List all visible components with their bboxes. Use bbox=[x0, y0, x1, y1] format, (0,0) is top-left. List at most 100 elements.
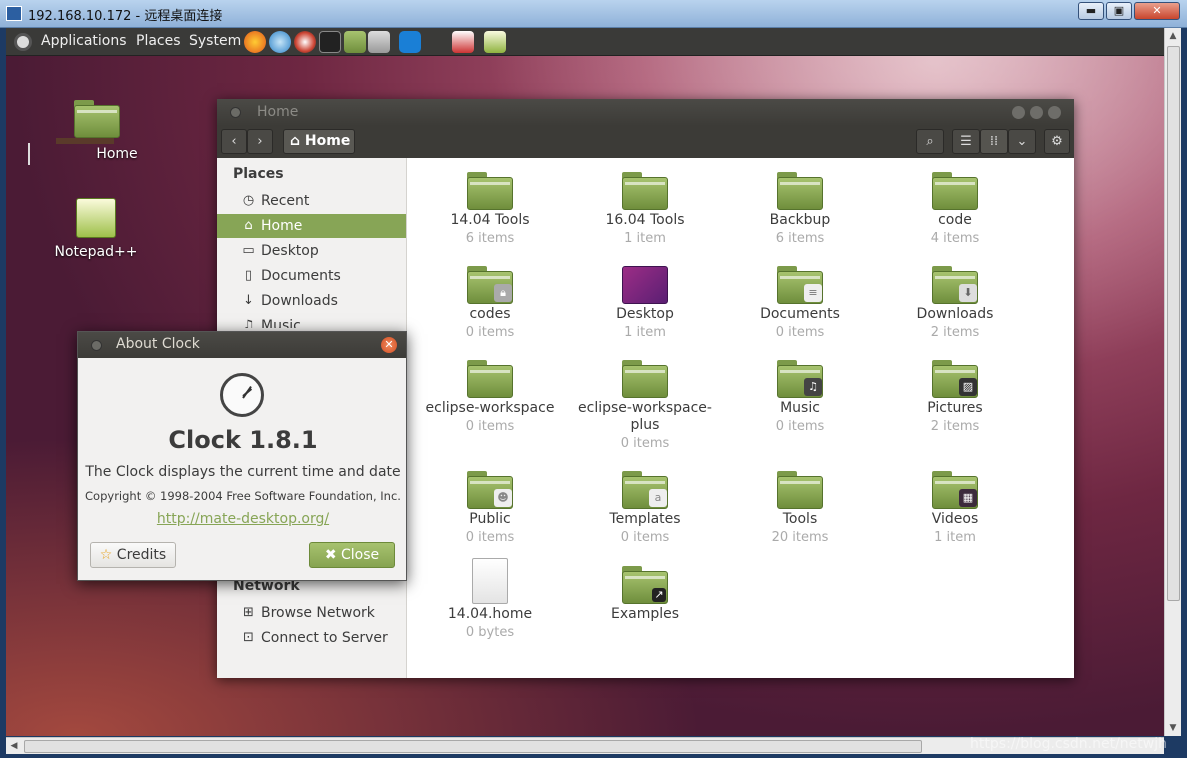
gear-icon: ⚙ bbox=[1051, 134, 1063, 149]
server-icon: ⊡ bbox=[243, 630, 254, 645]
remote-desktop-icon bbox=[6, 6, 22, 21]
back-button[interactable]: ‹ bbox=[221, 129, 247, 154]
folder-item[interactable]: Tools 20 items bbox=[725, 471, 875, 547]
folder-item[interactable]: a Templates 0 items bbox=[570, 471, 720, 547]
fm-maximize-button[interactable] bbox=[1030, 106, 1043, 119]
places-menu[interactable]: Places bbox=[136, 33, 181, 49]
folder-item[interactable]: eclipse-workspace 0 items bbox=[415, 360, 565, 436]
chrome-launcher-icon[interactable] bbox=[294, 31, 316, 53]
firefox-launcher-icon[interactable] bbox=[244, 31, 266, 53]
about-dialog-title: About Clock bbox=[116, 336, 200, 352]
notepad-tray-icon[interactable] bbox=[484, 31, 506, 53]
home-folder-icon bbox=[74, 100, 120, 138]
grid-view-button[interactable]: ⁞⁞ bbox=[980, 129, 1008, 154]
maximize-button[interactable]: ▣ bbox=[1106, 2, 1132, 20]
templates-folder-icon: a bbox=[622, 471, 668, 509]
folder-icon bbox=[622, 172, 668, 210]
folder-item[interactable]: ↗ Examples bbox=[570, 566, 720, 623]
horizontal-scroll-thumb[interactable] bbox=[24, 740, 922, 753]
network-tray-icon[interactable] bbox=[452, 31, 474, 53]
fm-toolbar: ‹ › ⌂ Home ⌕ ☰ ⁞⁞ ⌄ ⚙ bbox=[217, 126, 1074, 158]
sidebar-item-downloads[interactable]: ↓ Downloads bbox=[217, 289, 406, 313]
sidebar-item-desktop[interactable]: ▭ Desktop bbox=[217, 239, 406, 263]
search-button[interactable]: ⌕ bbox=[916, 129, 944, 154]
view-options-button[interactable]: ⌄ bbox=[1008, 129, 1036, 154]
music-folder-icon: ♫ bbox=[777, 360, 823, 398]
film-icon: ▦ bbox=[959, 489, 977, 507]
home-icon: ⌂ bbox=[290, 133, 301, 149]
applications-menu[interactable]: Applications bbox=[41, 33, 127, 49]
file-manager-launcher-icon[interactable] bbox=[344, 31, 366, 53]
breadcrumb-home[interactable]: ⌂ Home bbox=[283, 129, 355, 154]
folder-item[interactable]: eclipse-workspace-plus 0 items bbox=[570, 360, 720, 453]
archive-launcher-icon[interactable] bbox=[368, 31, 390, 53]
music-icon: ♫ bbox=[804, 378, 822, 396]
teamviewer-launcher-icon[interactable] bbox=[399, 31, 421, 53]
folder-item[interactable]: Desktop 1 item bbox=[570, 266, 720, 342]
download-icon: ⬇ bbox=[959, 284, 977, 302]
search-icon: ⌕ bbox=[926, 134, 934, 149]
sidebar-item-browse-network[interactable]: ⊞ Browse Network bbox=[217, 601, 406, 625]
places-header: Places bbox=[233, 166, 284, 182]
vertical-scrollbar[interactable]: ▲ ▼ bbox=[1164, 28, 1181, 736]
minimize-button[interactable]: ▬ bbox=[1078, 2, 1104, 20]
list-view-button[interactable]: ☰ bbox=[952, 129, 980, 154]
file-item[interactable]: 14.04.home 0 bytes bbox=[415, 558, 565, 642]
folder-item[interactable]: ☻ Public 0 items bbox=[415, 471, 565, 547]
window-menu-icon[interactable] bbox=[91, 340, 102, 351]
website-link[interactable]: http://mate-desktop.org/ bbox=[78, 511, 408, 527]
terminal-launcher-icon[interactable] bbox=[319, 31, 341, 53]
rdp-window-title: 192.168.10.172 - 远程桌面连接 bbox=[28, 9, 223, 24]
grid-icon: ⁞⁞ bbox=[989, 134, 999, 149]
forward-button[interactable]: › bbox=[247, 129, 273, 154]
folder-icon bbox=[777, 172, 823, 210]
system-menu[interactable]: System bbox=[189, 33, 241, 49]
documents-folder-icon: ≡ bbox=[777, 266, 823, 304]
folder-item[interactable]: ♫ Music 0 items bbox=[725, 360, 875, 436]
fm-close-button[interactable] bbox=[1048, 106, 1061, 119]
folder-item[interactable]: 🔒︎ codes 0 items bbox=[415, 266, 565, 342]
top-panel: Applications Places System bbox=[6, 28, 1164, 56]
folder-item[interactable]: ⬇ Downloads 2 items bbox=[880, 266, 1030, 342]
locked-folder-icon: 🔒︎ bbox=[467, 266, 513, 304]
folder-item[interactable]: ≡ Documents 0 items bbox=[725, 266, 875, 342]
sidebar-item-music[interactable]: ♫ Music bbox=[217, 314, 406, 328]
breadcrumb-label: Home bbox=[304, 133, 351, 149]
app-name: Clock 1.8.1 bbox=[168, 426, 318, 454]
folder-item[interactable]: code 4 items bbox=[880, 172, 1030, 248]
desktop-icon-notepad[interactable]: Notepad++ bbox=[50, 198, 142, 260]
folder-item[interactable]: ▨ Pictures 2 items bbox=[880, 360, 1030, 436]
window-menu-icon[interactable] bbox=[230, 107, 241, 118]
sidebar-item-documents[interactable]: ▯ Documents bbox=[217, 264, 406, 288]
link-arrow-icon: ↗ bbox=[652, 588, 666, 602]
text-cursor bbox=[28, 143, 30, 165]
folder-item[interactable]: 16.04 Tools 1 item bbox=[570, 172, 720, 248]
sidebar-item-home[interactable]: ⌂ Home bbox=[217, 214, 406, 238]
folder-item[interactable]: Backbup 6 items bbox=[725, 172, 875, 248]
desktop-icon: ▭ bbox=[242, 243, 255, 258]
scroll-up-arrow-icon[interactable]: ▲ bbox=[1168, 31, 1178, 41]
scroll-left-arrow-icon[interactable]: ◀ bbox=[9, 741, 19, 751]
folder-icon bbox=[467, 360, 513, 398]
folder-item[interactable]: ▦ Videos 1 item bbox=[880, 471, 1030, 547]
rdp-close-button[interactable]: ✕ bbox=[1134, 2, 1180, 20]
about-close-icon[interactable]: ✕ bbox=[381, 337, 397, 353]
sidebar-item-connect-server[interactable]: ⊡ Connect to Server bbox=[217, 626, 406, 650]
close-button[interactable]: ✖ Close bbox=[309, 542, 395, 568]
download-icon: ↓ bbox=[243, 293, 254, 308]
notepad-plus-plus-icon bbox=[76, 198, 116, 238]
scroll-down-arrow-icon[interactable]: ▼ bbox=[1168, 723, 1178, 733]
fm-minimize-button[interactable] bbox=[1012, 106, 1025, 119]
browser-launcher-icon[interactable] bbox=[269, 31, 291, 53]
settings-button[interactable]: ⚙ bbox=[1044, 129, 1070, 154]
lock-icon: 🔒︎ bbox=[494, 284, 512, 302]
chevron-down-icon: ⌄ bbox=[1016, 134, 1028, 149]
desktop-folder-icon bbox=[622, 266, 668, 304]
music-icon: ♫ bbox=[242, 318, 255, 328]
credits-button[interactable]: ☆ Credits bbox=[90, 542, 176, 568]
folder-item[interactable]: 14.04 Tools 6 items bbox=[415, 172, 565, 248]
vertical-scroll-thumb[interactable] bbox=[1167, 46, 1180, 601]
desktop-icon-home[interactable]: Home bbox=[52, 100, 142, 162]
document-icon: ▯ bbox=[244, 268, 253, 283]
sidebar-item-recent[interactable]: ◷ Recent bbox=[217, 189, 406, 213]
